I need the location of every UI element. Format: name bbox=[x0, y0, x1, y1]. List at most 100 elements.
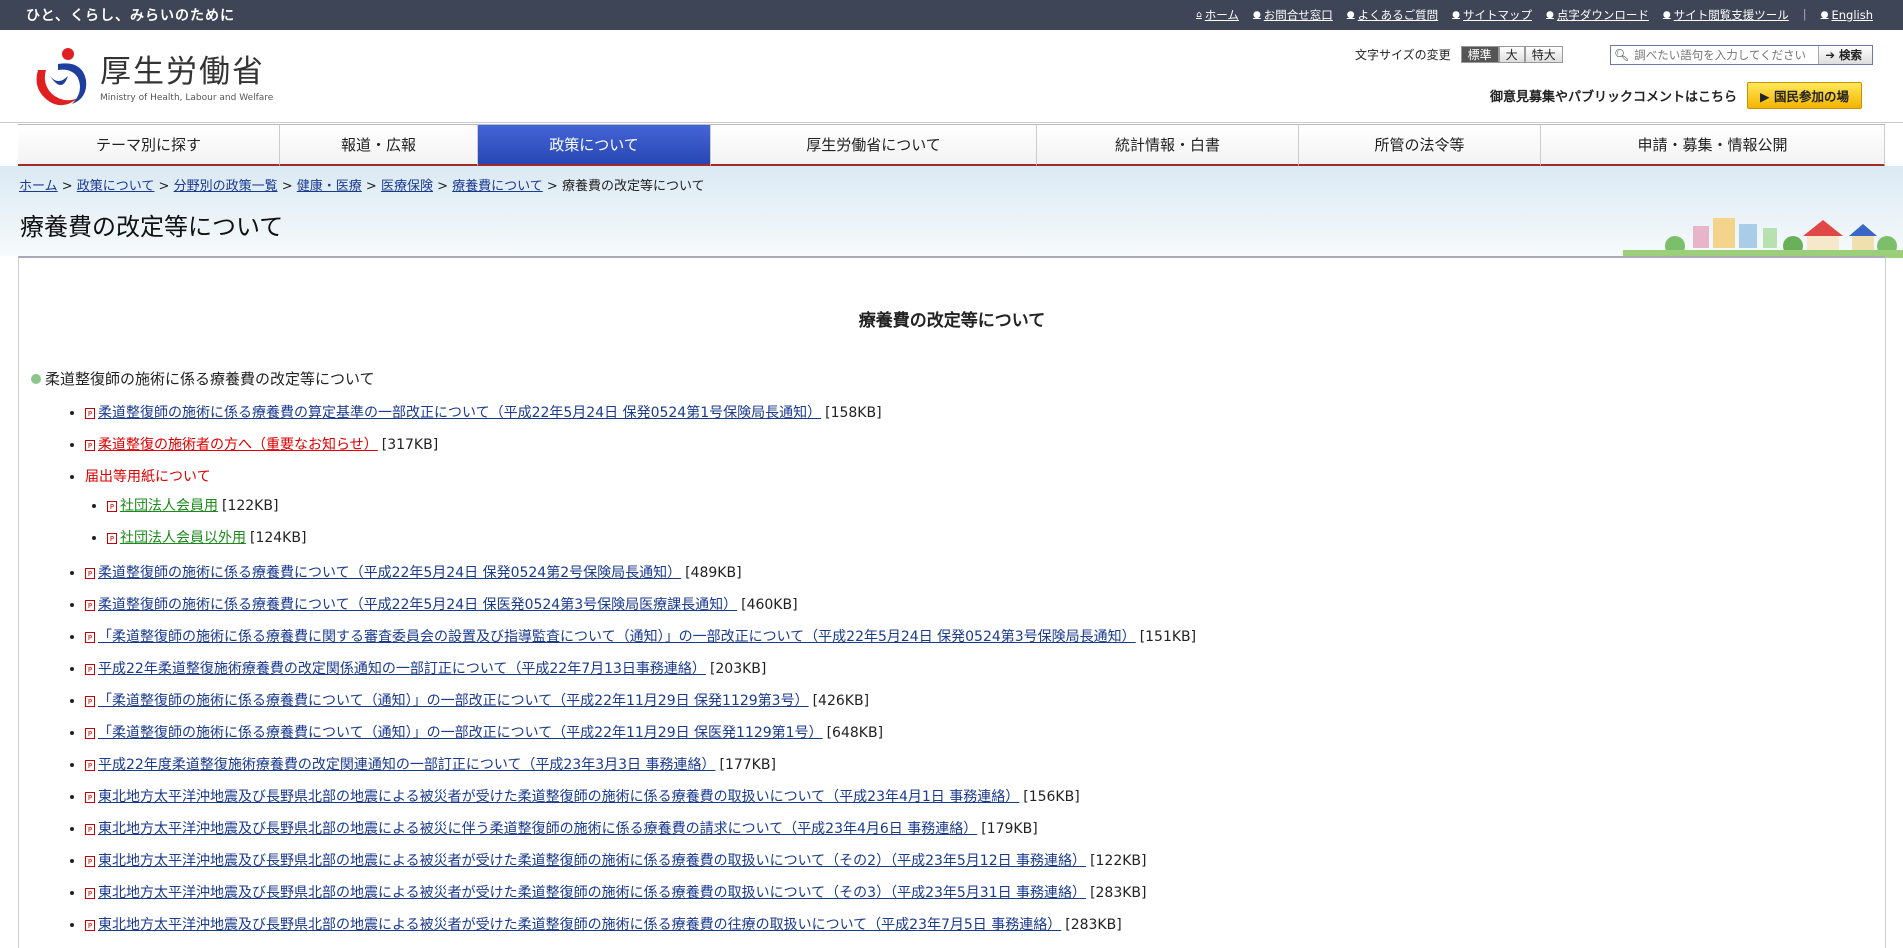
doc-link-member-form[interactable]: 社団法人会員用 bbox=[120, 498, 218, 514]
file-size: [124KB] bbox=[250, 530, 307, 546]
search-box: 🔍︎ ➔ 検索 bbox=[1610, 45, 1873, 65]
ministry-logo-icon bbox=[36, 48, 87, 106]
doc-link[interactable]: 「柔道整復師の施術に係る療養費について（通知）」の一部改正について（平成22年1… bbox=[98, 693, 809, 709]
pdf-icon: P bbox=[85, 663, 95, 675]
doc-link[interactable]: 柔道整復師の施術に係る療養費について（平成22年5月24日 保医発0524第3号… bbox=[98, 597, 737, 613]
pdf-icon: P bbox=[85, 855, 95, 867]
page-title: 療養費の改定等について bbox=[20, 213, 284, 241]
list-item: 届出等用紙について P社団法人会員用[122KB] P社団法人会員以外用[124… bbox=[85, 464, 1196, 554]
list-item: P東北地方太平洋沖地震及び長野県北部の地震による被災者が受けた柔道整復師の施術に… bbox=[85, 880, 1196, 912]
doc-link-important[interactable]: 柔道整復の施術者の方へ（重要なお知らせ） bbox=[98, 437, 378, 453]
top-link-home[interactable]: ⌂ ホーム bbox=[1196, 7, 1239, 23]
file-size: [283KB] bbox=[1090, 885, 1147, 901]
font-size-standard-button[interactable]: 標準 bbox=[1460, 46, 1499, 63]
file-size: [122KB] bbox=[222, 498, 279, 514]
public-participation: 御意見募集やパブリックコメントはこちら ▶ 国民参加の場 bbox=[1490, 82, 1863, 109]
font-size-label: 文字サイズの変更 bbox=[1355, 48, 1451, 62]
list-item: P東北地方太平洋沖地震及び長野県北部の地震による被災者が受けた柔道整復師の施術に… bbox=[85, 912, 1196, 944]
divider: | bbox=[1802, 7, 1807, 21]
top-bar: ひと、くらし、みらいのために ⌂ ホーム ● お問合せ窓口 ● よくあるご質問 ● サイ… bbox=[0, 0, 1903, 30]
pdf-icon: P bbox=[85, 823, 95, 835]
font-size-switcher: 文字サイズの変更 標準 大 特大 bbox=[1355, 46, 1563, 63]
top-links: ⌂ ホーム ● お問合せ窓口 ● よくあるご質問 ● サイトマップ ● 点字ダウンロード … bbox=[1196, 7, 1873, 23]
list-item: P「柔道整復師の施術に係る療養費に関する審査委員会の設置及び指導監査について（通… bbox=[85, 624, 1196, 656]
search-input[interactable] bbox=[1632, 47, 1819, 63]
tagline: ひと、くらし、みらいのために bbox=[26, 8, 236, 24]
doc-link[interactable]: 東北地方太平洋沖地震及び長野県北部の地震による被災者が受けた柔道整復師の施術に係… bbox=[98, 917, 1061, 933]
doc-link[interactable]: 柔道整復師の施術に係る療養費について（平成22年5月24日 保発0524第2号保… bbox=[98, 565, 681, 581]
top-link-accessibility[interactable]: ● サイト閲覧支援ツール bbox=[1663, 7, 1789, 23]
doc-link[interactable]: 平成22年度柔道整復施術療養費の改定関連通知の一部訂正について（平成23年3月3… bbox=[98, 757, 715, 773]
doc-link[interactable]: 東北地方太平洋沖地震及び長野県北部の地震による被災に伴う柔道整復師の施術に係る療… bbox=[98, 821, 977, 837]
file-size: [177KB] bbox=[719, 757, 776, 773]
file-size: [283KB] bbox=[1065, 917, 1122, 933]
document-list: P柔道整復師の施術に係る療養費の算定基準の一部改正について（平成22年5月24日… bbox=[19, 400, 1196, 944]
list-item: P柔道整復師の施術に係る療養費の算定基準の一部改正について（平成22年5月24日… bbox=[85, 400, 1196, 432]
circle-bullet-icon: ● bbox=[1820, 10, 1829, 20]
list-item: P東北地方太平洋沖地震及び長野県北部の地震による被災者が受けた柔道整復師の施術に… bbox=[85, 784, 1196, 816]
doc-link[interactable]: 「柔道整復師の施術に係る療養費に関する審査委員会の設置及び指導監査について（通知… bbox=[98, 629, 1136, 645]
main-nav: テーマ別に探す 報道・広報 政策について 厚生労働省について 統計情報・白書 所… bbox=[18, 124, 1885, 167]
top-link-sitemap[interactable]: ● サイトマップ bbox=[1452, 7, 1532, 23]
top-link-braille[interactable]: ● 点字ダウンロード bbox=[1546, 7, 1649, 23]
main-content: 療養費の改定等について 柔道整復師の施術に係る療養費の改定等について P柔道整復… bbox=[18, 256, 1886, 948]
arrow-icon: ➔ bbox=[1825, 48, 1835, 62]
nav-press[interactable]: 報道・広報 bbox=[280, 125, 478, 167]
nav-theme-search[interactable]: テーマ別に探す bbox=[18, 125, 280, 167]
nav-statistics[interactable]: 統計情報・白書 bbox=[1037, 125, 1299, 167]
section-title: 柔道整復師の施術に係る療養費の改定等について bbox=[31, 368, 375, 389]
list-item: P「柔道整復師の施術に係る療養費について（通知）」の一部改正について（平成22年… bbox=[85, 688, 1196, 720]
doc-link[interactable]: 東北地方太平洋沖地震及び長野県北部の地震による被災者が受けた柔道整復師の施術に係… bbox=[98, 789, 1019, 805]
breadcrumb-medical-fees[interactable]: 療養費について bbox=[452, 179, 543, 194]
content-heading: 療養費の改定等について bbox=[858, 311, 1046, 331]
breadcrumb-current: 療養費の改定等について bbox=[561, 179, 705, 194]
file-size: [460KB] bbox=[741, 597, 798, 613]
circle-bullet-icon: ● bbox=[1346, 10, 1355, 20]
file-size: [648KB] bbox=[826, 725, 884, 741]
doc-link[interactable]: 「柔道整復師の施術に係る療養費について（通知）」の一部改正について（平成22年1… bbox=[98, 725, 823, 741]
list-item: P平成22年柔道整復施術療養費の改定関係通知の一部訂正について（平成22年7月1… bbox=[85, 656, 1196, 688]
top-link-english[interactable]: ● English bbox=[1821, 7, 1873, 23]
breadcrumb-policy[interactable]: 政策について bbox=[77, 179, 155, 194]
font-size-xlarge-button[interactable]: 特大 bbox=[1524, 46, 1563, 63]
circle-bullet-icon: ● bbox=[1546, 10, 1554, 20]
logo-title: 厚生労働省 bbox=[100, 54, 265, 90]
breadcrumb-policy-list[interactable]: 分野別の政策一覧 bbox=[174, 179, 278, 194]
list-item: P東北地方太平洋沖地震及び長野県北部の地震による被災者が受けた柔道整復師の施術に… bbox=[85, 848, 1196, 880]
circle-bullet-icon: ● bbox=[1252, 10, 1261, 20]
list-item: P「柔道整復師の施術に係る療養費について（通知）」の一部改正について（平成22年… bbox=[85, 720, 1196, 752]
file-size: [203KB] bbox=[709, 661, 767, 677]
nav-laws[interactable]: 所管の法令等 bbox=[1299, 125, 1541, 167]
list-item: P東北地方太平洋沖地震及び長野県北部の地震による被災に伴う柔道整復師の施術に係る… bbox=[85, 816, 1196, 848]
search-icon: 🔍︎ bbox=[1614, 48, 1630, 62]
site-logo[interactable]: 厚生労働省 Ministry of Health, Labour and Wel… bbox=[28, 42, 273, 110]
pdf-icon: P bbox=[85, 759, 95, 771]
forms-sublist: P社団法人会員用[122KB] P社団法人会員以外用[124KB] bbox=[85, 490, 1196, 554]
circle-bullet-icon: ● bbox=[1452, 10, 1461, 20]
top-link-contact[interactable]: ● お問合せ窓口 bbox=[1253, 7, 1333, 23]
doc-link[interactable]: 平成22年柔道整復施術療養費の改定関係通知の一部訂正について（平成22年7月13… bbox=[98, 661, 706, 677]
breadcrumb-home[interactable]: ホーム bbox=[19, 179, 58, 194]
pdf-icon: P bbox=[85, 407, 95, 419]
file-size: [158KB] bbox=[825, 405, 882, 421]
pdf-icon: P bbox=[107, 500, 117, 512]
doc-link-nonmember-form[interactable]: 社団法人会員以外用 bbox=[120, 530, 246, 546]
doc-link[interactable]: 東北地方太平洋沖地震及び長野県北部の地震による被災者が受けた柔道整復師の施術に係… bbox=[98, 885, 1086, 901]
pdf-icon: P bbox=[85, 439, 95, 451]
file-size: [156KB] bbox=[1023, 789, 1080, 805]
breadcrumb-insurance[interactable]: 医療保険 bbox=[381, 179, 433, 194]
pdf-icon: P bbox=[107, 532, 117, 544]
pdf-icon: P bbox=[85, 919, 95, 931]
font-size-large-button[interactable]: 大 bbox=[1498, 46, 1525, 63]
top-link-faq[interactable]: ● よくあるご質問 bbox=[1347, 7, 1438, 23]
search-button[interactable]: ➔ 検索 bbox=[1818, 46, 1872, 64]
list-item: P柔道整復師の施術に係る療養費について（平成22年5月24日 保医発0524第3… bbox=[85, 592, 1196, 624]
breadcrumb-health[interactable]: 健康・医療 bbox=[297, 179, 362, 194]
list-item: P社団法人会員用[122KB] bbox=[107, 490, 1196, 522]
nav-about-ministry[interactable]: 厚生労働省について bbox=[711, 125, 1037, 167]
nav-policy[interactable]: 政策について bbox=[478, 125, 711, 167]
doc-link[interactable]: 柔道整復師の施術に係る療養費の算定基準の一部改正について（平成22年5月24日 … bbox=[98, 405, 821, 421]
doc-link[interactable]: 東北地方太平洋沖地震及び長野県北部の地震による被災者が受けた柔道整復師の施術に係… bbox=[98, 853, 1086, 869]
nav-applications[interactable]: 申請・募集・情報公開 bbox=[1541, 125, 1885, 167]
public-participation-button[interactable]: ▶ 国民参加の場 bbox=[1747, 82, 1863, 109]
